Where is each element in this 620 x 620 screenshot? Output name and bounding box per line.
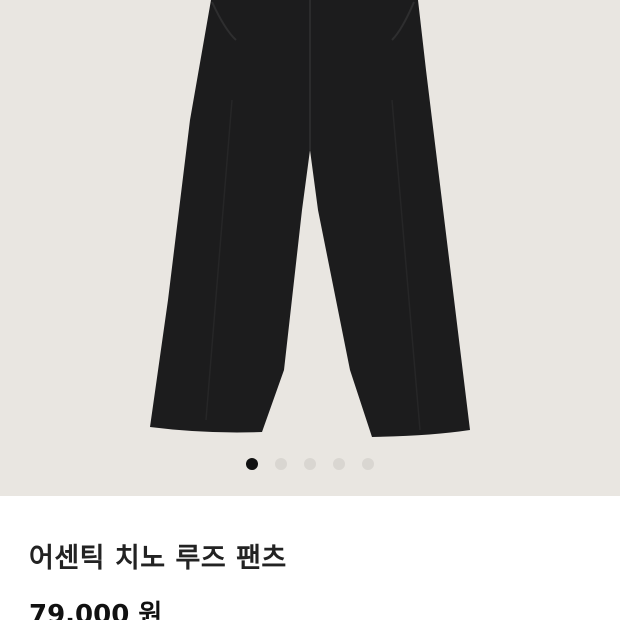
product-info: 어센틱 치노 루즈 팬츠 79,000 원 [0,496,620,620]
carousel-dot-1[interactable] [246,458,258,470]
product-image-gallery[interactable] [0,0,620,496]
carousel-dot-2[interactable] [275,458,287,470]
product-detail-screen: 어센틱 치노 루즈 팬츠 79,000 원 [0,0,620,620]
carousel-dot-4[interactable] [333,458,345,470]
product-price: 79,000 원 [29,600,163,620]
chino-pants-image [150,0,470,437]
carousel-dots [0,458,620,470]
carousel-dot-5[interactable] [362,458,374,470]
carousel-dot-3[interactable] [304,458,316,470]
product-title: 어센틱 치노 루즈 팬츠 [29,543,287,574]
